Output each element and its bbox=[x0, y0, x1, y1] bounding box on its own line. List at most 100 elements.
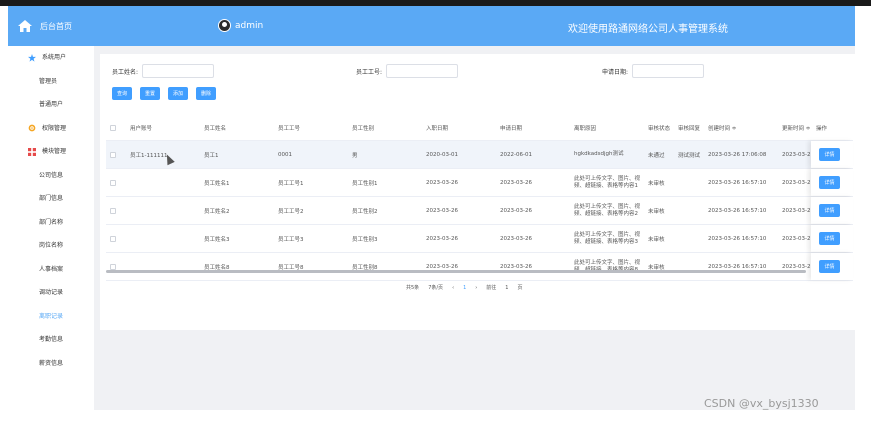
pagination: 共5条 7条/页 ‹ 1 › 前往 1 页 bbox=[406, 284, 522, 292]
search-no-input[interactable] bbox=[386, 64, 459, 78]
delete-button[interactable]: 删除 bbox=[196, 87, 216, 100]
table-cell: 2023-03-26 bbox=[500, 207, 532, 214]
pager-prev-button[interactable]: ‹ bbox=[452, 285, 454, 291]
row-checkbox[interactable] bbox=[110, 151, 116, 158]
table-cell: 员工工号3 bbox=[278, 236, 304, 243]
table-cell: 0001 bbox=[278, 151, 292, 158]
data-table: 用户账号 员工姓名 员工工号 员工性别 入职日期 申请日期 离职原因 审核状态 审核回复 创建时间… bbox=[106, 116, 853, 281]
add-button[interactable]: 添加 bbox=[168, 87, 188, 100]
row-checkbox[interactable] bbox=[110, 263, 116, 270]
menu-item-position-name[interactable]: 岗位名称 bbox=[8, 234, 94, 258]
table-cell: 员工工号1 bbox=[278, 180, 304, 187]
menu-group-permissions[interactable]: 权限管理 bbox=[8, 117, 94, 141]
table-cell bbox=[130, 253, 200, 280]
user-menu[interactable]: admin bbox=[218, 19, 263, 32]
search-date-group: 申请日期: bbox=[602, 64, 705, 78]
horizontal-scrollbar[interactable] bbox=[106, 270, 806, 273]
table-cell: 2023-03-26 bbox=[500, 235, 532, 242]
row-checkbox[interactable] bbox=[110, 207, 116, 214]
menu-item-normal-user[interactable]: 普通用户 bbox=[8, 93, 94, 117]
table-row[interactable]: 员工姓名8 员工工号8 员工性别8 2023-03-26 2023-03-26 此处可上传… bbox=[106, 253, 853, 281]
table-cell: 未审核 bbox=[648, 264, 665, 271]
table-row[interactable]: 员工1-111111 员工1 0001 男 2020-03-01 2022-06-01 hg… bbox=[106, 141, 853, 169]
table-cell: 员工性别2 bbox=[352, 208, 378, 215]
brand-label: 后台首页 bbox=[40, 21, 72, 31]
home-icon bbox=[18, 20, 32, 32]
table-cell: 2023-03-2 bbox=[782, 263, 811, 270]
column-header: 入职日期 bbox=[426, 126, 449, 132]
table-row[interactable]: 员工姓名1 员工工号1 员工性别1 2023-03-26 2023-03-26 此处可上传… bbox=[106, 169, 853, 197]
table-cell: hgkdkadsdjgh测试 bbox=[574, 151, 624, 157]
menu-item-admin[interactable]: 管理员 bbox=[8, 70, 94, 94]
detail-button[interactable]: 详情 bbox=[819, 204, 840, 217]
search-no-group: 员工工号: bbox=[356, 64, 459, 78]
table-cell: 员工工号2 bbox=[278, 208, 304, 215]
gear-icon bbox=[28, 124, 36, 132]
menu-group-system-users[interactable]: 系统用户 bbox=[8, 46, 94, 70]
pager-next-button[interactable]: › bbox=[475, 285, 477, 291]
top-header: admin 欢迎使用路通网络公司人事管理系统 bbox=[94, 6, 855, 46]
select-all-checkbox[interactable] bbox=[110, 125, 116, 131]
pager-size-select[interactable]: 7条/页 bbox=[428, 284, 443, 291]
reset-button[interactable]: 重置 bbox=[140, 87, 160, 100]
star-icon bbox=[28, 53, 36, 62]
column-header: 操作 bbox=[816, 126, 828, 132]
row-checkbox-cell bbox=[110, 225, 124, 252]
table-cell: 2023-03-26 bbox=[426, 235, 458, 242]
detail-button[interactable]: 详情 bbox=[819, 176, 840, 189]
column-header: 员工性别 bbox=[352, 126, 375, 132]
search-name-input[interactable] bbox=[142, 64, 215, 78]
table-row[interactable]: 员工姓名3 员工工号3 员工性别3 2023-03-26 2023-03-26 此处可上传… bbox=[106, 225, 853, 253]
table-cell: 2023-03-26 16:57:10 bbox=[708, 235, 767, 242]
sidebar: 后台首页 系统用户 管理员 普通用户 权限管理 模块管理 公司信息 部门信息 部… bbox=[8, 6, 94, 423]
table-cell: 员工工号8 bbox=[278, 264, 304, 271]
table-cell: 2023-03-2 bbox=[782, 207, 811, 214]
menu-group-modules[interactable]: 模块管理 bbox=[8, 140, 94, 164]
row-checkbox[interactable] bbox=[110, 179, 116, 186]
table-cell: 男 bbox=[352, 152, 358, 159]
table-cell: 2023-03-2 bbox=[782, 179, 811, 186]
pager-current-page[interactable]: 1 bbox=[463, 285, 466, 291]
row-actions-cell: 详情 bbox=[811, 141, 853, 168]
table-cell: 2023-03-2 bbox=[782, 235, 811, 242]
menu-item-transfer-records[interactable]: 调动记录 bbox=[8, 281, 94, 305]
menu-item-hr-archive[interactable]: 人事档案 bbox=[8, 258, 94, 282]
menu-item-attendance[interactable]: 考勤信息 bbox=[8, 328, 94, 352]
detail-button[interactable]: 详情 bbox=[819, 148, 840, 161]
menu-item-company-info[interactable]: 公司信息 bbox=[8, 164, 94, 188]
menu-item-dept-info[interactable]: 部门信息 bbox=[8, 187, 94, 211]
column-header[interactable]: 创建时间 ≑ bbox=[708, 116, 780, 140]
column-header: 员工工号 bbox=[278, 126, 301, 132]
row-actions-cell: 详情 bbox=[811, 169, 853, 196]
table-cell: 未通过 bbox=[648, 152, 665, 159]
column-header: 用户账号 bbox=[130, 126, 153, 132]
row-actions-wrap: 详情 bbox=[819, 169, 849, 196]
row-checkbox-cell bbox=[110, 141, 124, 168]
menu-group-label: 系统用户 bbox=[42, 54, 67, 61]
table-cell: 2023-03-2 bbox=[782, 151, 811, 158]
menu-group-label: 权限管理 bbox=[42, 124, 67, 132]
row-checkbox[interactable] bbox=[110, 235, 116, 242]
search-date-input[interactable] bbox=[632, 64, 705, 78]
table-cell: 2020-03-01 bbox=[426, 151, 458, 158]
column-header[interactable]: 更新时间 ≑ bbox=[782, 116, 814, 140]
table-cell: 2023-03-26 bbox=[426, 263, 458, 270]
menu-item-salary[interactable]: 薪资信息 bbox=[8, 352, 94, 376]
table-row[interactable]: 员工姓名2 员工工号2 员工性别2 2023-03-26 2023-03-26 此处可上传… bbox=[106, 197, 853, 225]
table-cell: 测试测试 bbox=[678, 152, 701, 159]
menu-group-label: 模块管理 bbox=[42, 148, 67, 155]
home-link[interactable]: 后台首页 bbox=[8, 6, 94, 46]
detail-button[interactable]: 详情 bbox=[819, 232, 840, 245]
header-checkbox-cell bbox=[110, 116, 124, 140]
watermark: CSDN @vx_bysj1330 bbox=[704, 397, 819, 410]
menu-item-dept-name[interactable]: 部门名称 bbox=[8, 211, 94, 235]
query-button[interactable]: 查询 bbox=[112, 87, 132, 100]
column-header: 审核回复 bbox=[678, 126, 701, 132]
avatar bbox=[218, 19, 231, 32]
table-cell: 2023-03-26 16:57:10 bbox=[708, 263, 767, 270]
main-content: 员工姓名: 员工工号: 申请日期: 查询 重置 添加 删除 用户账号 员工姓名 员工… bbox=[94, 46, 855, 410]
table-cell: 此处可上传文字、图片、视频、超链接、表格等内容1 bbox=[574, 175, 641, 189]
detail-button[interactable]: 详情 bbox=[819, 260, 840, 273]
menu-item-resignation-records[interactable]: 离职记录 bbox=[8, 305, 94, 329]
pager-goto-input[interactable]: 1 bbox=[505, 285, 508, 291]
